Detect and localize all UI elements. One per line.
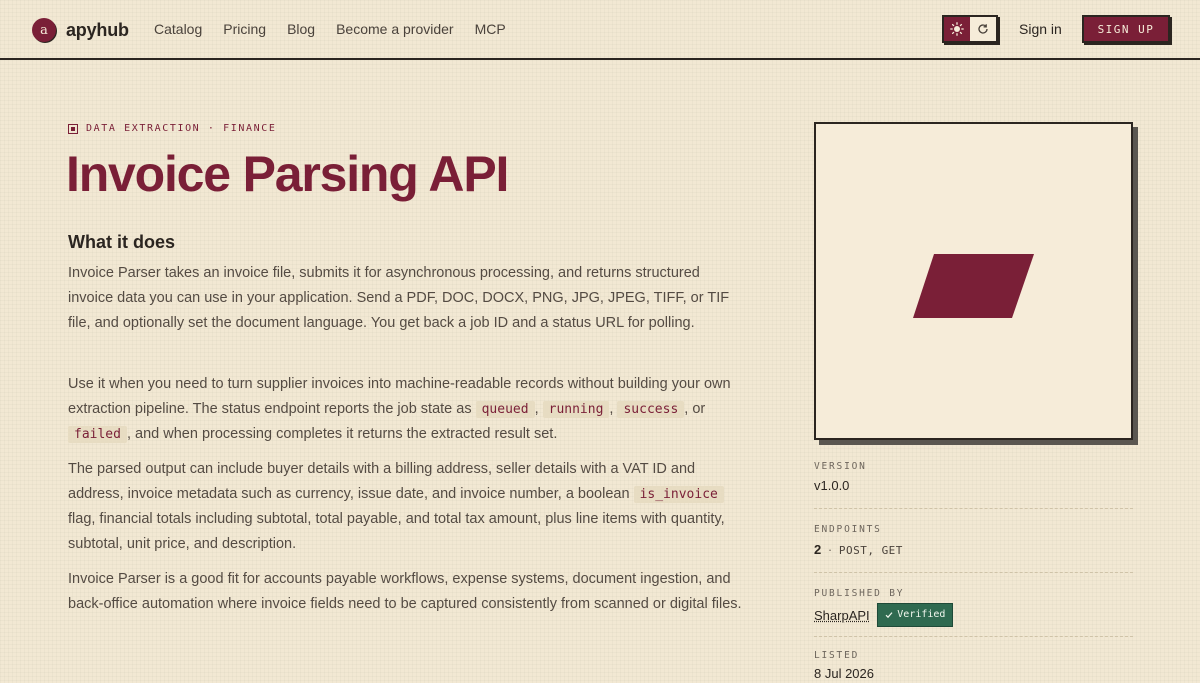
version-value: v1.0.0 — [814, 478, 850, 493]
endpoints-value: 2 · POST, GET — [814, 541, 903, 560]
apyhub-logo[interactable]: a apyhub — [32, 17, 129, 43]
description-paragraph-4: Invoice Parser is a good fit for account… — [68, 571, 742, 612]
listed-label: LISTED — [814, 650, 860, 661]
field-code-is-invoice: is_invoice — [633, 486, 724, 503]
publisher-link[interactable]: SharpAPI — [814, 608, 870, 623]
status-code-success: success — [617, 401, 685, 418]
system-theme-option[interactable] — [970, 17, 996, 41]
folder-icon — [68, 123, 78, 134]
sun-icon — [950, 22, 964, 36]
category-eyebrow: DATA EXTRACTION · FINANCE — [68, 123, 277, 134]
verified-text: Verified — [897, 609, 946, 620]
meta-divider — [814, 572, 1133, 573]
check-icon — [885, 612, 893, 619]
api-preview-card — [814, 122, 1133, 440]
nav-become-a-provider[interactable]: Become a provider — [336, 20, 454, 38]
published-by-value: SharpAPI Verified — [814, 603, 954, 627]
meta-divider — [814, 508, 1133, 509]
published-by-label: PUBLISHED BY — [814, 588, 905, 599]
endpoints-separator: · — [827, 542, 833, 557]
status-code-running: running — [542, 401, 610, 418]
endpoints-label: ENDPOINTS — [814, 524, 882, 535]
endpoints-count: 2 — [814, 542, 822, 557]
sign-up-button[interactable]: SIGN UP — [1082, 15, 1170, 43]
category-text: DATA EXTRACTION · FINANCE — [86, 123, 277, 134]
sign-in-link[interactable]: Sign in — [1019, 20, 1062, 38]
version-label: VERSION — [814, 461, 867, 472]
text-segment: , and when processing completes it retur… — [126, 426, 558, 442]
page-title: Invoice Parsing API — [66, 146, 509, 202]
listed-value: 8 Jul 2026 — [814, 666, 874, 681]
meta-divider — [814, 636, 1133, 637]
logo-mark: a — [32, 18, 56, 42]
light-theme-option[interactable] — [944, 17, 970, 41]
status-code-failed: failed — [68, 426, 127, 443]
status-code-queued: queued — [475, 401, 535, 418]
nav-blog[interactable]: Blog — [287, 20, 315, 38]
nav-pricing[interactable]: Pricing — [223, 20, 266, 38]
main-nav: Catalog Pricing Blog Become a provider M… — [154, 20, 506, 38]
nav-mcp[interactable]: MCP — [475, 20, 506, 38]
theme-toggle — [942, 15, 998, 43]
verified-badge: Verified — [877, 603, 954, 627]
section-heading-what-it-does: What it does — [68, 232, 175, 252]
text-segment: , or — [684, 401, 706, 417]
description-paragraph-3: The parsed output can include buyer deta… — [68, 457, 748, 557]
description-paragraph-2: Use it when you need to turn supplier in… — [68, 372, 748, 447]
text-segment: The parsed output can include buyer deta… — [68, 461, 696, 502]
endpoints-methods: POST, GET — [838, 544, 903, 557]
top-navigation-bar: a apyhub Catalog Pricing Blog Become a p… — [0, 0, 1200, 60]
text-segment: flag, financial totals including subtota… — [68, 511, 725, 552]
logo-text: apyhub — [66, 19, 129, 40]
parallelogram-graphic — [913, 254, 1034, 318]
nav-catalog[interactable]: Catalog — [154, 20, 202, 38]
refresh-icon — [978, 24, 988, 34]
text-segment: , — [534, 401, 543, 417]
description-paragraph-1: Invoice Parser takes an invoice file, su… — [68, 265, 730, 331]
